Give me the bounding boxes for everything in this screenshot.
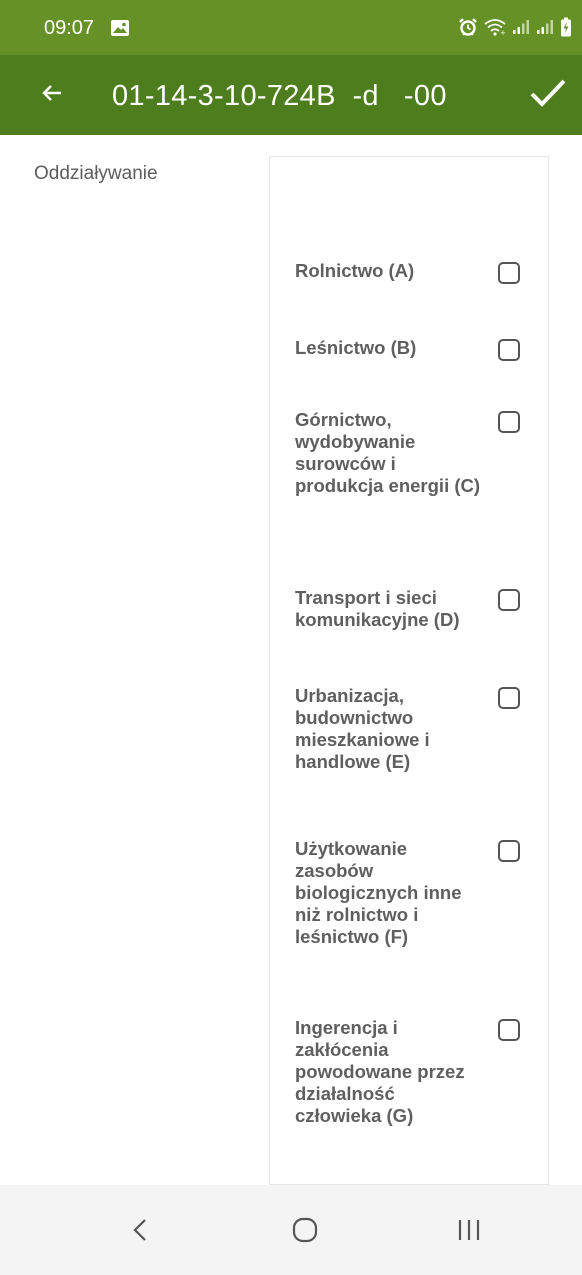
status-time: 09:07 — [44, 17, 95, 39]
nav-recent-apps-button[interactable] — [452, 1215, 486, 1245]
options-panel: Rolnictwo (A) Leśnictwo (B) Górnictwo, w… — [269, 156, 549, 1185]
checkmark-icon — [529, 78, 567, 113]
option-label: Rolnictwo (A) — [295, 260, 415, 281]
option-checkbox[interactable] — [498, 687, 520, 709]
field-label: Oddziaływanie — [34, 163, 158, 184]
nav-recent-apps-icon — [452, 1220, 486, 1249]
arrow-left-icon — [40, 81, 64, 110]
svg-text:+: + — [500, 29, 506, 36]
nav-home-button[interactable] — [290, 1215, 320, 1245]
option-checkbox[interactable] — [498, 840, 520, 862]
system-nav-bar — [0, 1185, 582, 1275]
alarm-icon — [458, 17, 478, 42]
status-icons: + — [458, 17, 572, 42]
option-label: Użytkowanie zasobów biologicznych inne n… — [295, 838, 462, 947]
status-bar: 09:07 + — [0, 0, 582, 55]
page-title: 01-14-3-10-724B -d -00 — [112, 80, 447, 112]
option-checkbox[interactable] — [498, 339, 520, 361]
confirm-button[interactable] — [524, 71, 572, 119]
option-checkbox[interactable] — [498, 1019, 520, 1041]
option-checkbox[interactable] — [498, 262, 520, 284]
signal-icon — [536, 19, 554, 40]
gallery-icon — [110, 19, 130, 42]
option-checkbox[interactable] — [498, 411, 520, 433]
form-content: Oddziaływanie Rolnictwo (A) Leśnictwo (B… — [0, 135, 582, 1185]
option-label: Urbanizacja, budownictwo mieszkaniowe i … — [295, 685, 430, 772]
option-label: Górnictwo, wydobywanie surowców i produk… — [295, 409, 481, 496]
option-checkbox[interactable] — [498, 589, 520, 611]
back-button[interactable] — [30, 73, 74, 117]
signal-icon — [512, 19, 530, 40]
battery-charging-icon — [560, 17, 572, 42]
nav-back-icon — [126, 1219, 156, 1249]
wifi-icon: + — [484, 18, 506, 41]
option-label: Transport i sieci komunikacyjne (D) — [295, 587, 460, 630]
option-label: Ingerencja i zakłócenia powodowane przez… — [295, 1017, 465, 1126]
nav-home-icon — [290, 1217, 320, 1249]
app-bar: 01-14-3-10-724B -d -00 — [0, 55, 582, 135]
option-label: Leśnictwo (B) — [295, 337, 417, 358]
nav-back-button[interactable] — [126, 1215, 156, 1245]
